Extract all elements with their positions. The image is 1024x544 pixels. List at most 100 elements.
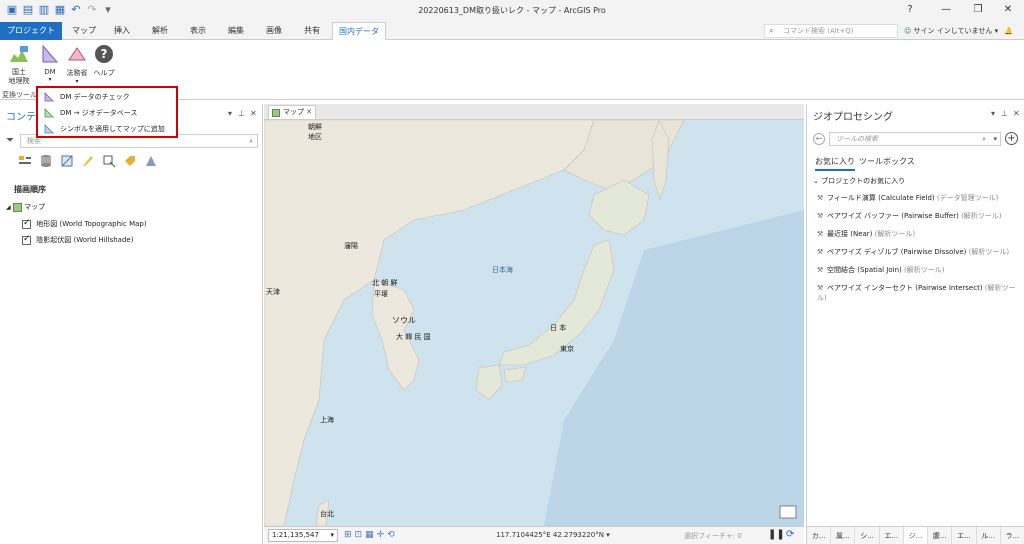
add-icon[interactable]: + [1005,132,1018,145]
back-icon[interactable]: ← [813,133,825,145]
bottom-tab[interactable]: 腹... [928,527,953,544]
layer-visibility-checkbox[interactable] [22,234,31,245]
bottom-tab[interactable]: カ... [807,527,832,544]
scale-selector[interactable]: 1:21,135,547 ▾ [268,529,338,542]
apply-symbol-icon [44,124,54,134]
gsi-button[interactable]: 国土 地理院 [4,44,34,86]
moj-button[interactable]: 法務省 ▾ [64,44,90,85]
close-icon[interactable]: ✕ [250,109,257,118]
close-button[interactable]: ✕ [996,3,1020,17]
dm-dropdown-menu: DM データのチェック DM → ジオデータベース シンボルを適用してマップに追… [36,86,178,138]
pane-bottom-tabs: カ... 属... シ... エ... ジ... 腹... エ... ル... … [807,526,1024,544]
maximize-button[interactable]: ❐ [966,3,990,17]
pane-menu-icon[interactable]: ▾ [991,109,995,118]
title-bar: ▣ ▤ ▥ ▦ ↶ ↷ ▾ 20220613_DM取り扱いレク - マップ - … [0,0,1024,22]
close-icon[interactable]: ✕ [1013,109,1020,118]
list-by-editing-icon[interactable] [81,154,95,168]
tab-favorites[interactable]: お気に入り [815,156,855,171]
pause-drawing-icon[interactable]: ❚❚ [768,529,785,540]
gsi-icon [10,46,28,62]
chevron-down-icon: ▾ [993,135,997,143]
tool-item[interactable]: ⚒ 最近接 (Near) (解析ツール) [817,229,915,239]
pane-menu-icon[interactable]: ▾ [228,109,232,118]
map-label-tianjin: 天津 [266,288,280,296]
help-ribbon-button[interactable]: ? ヘルプ [92,44,116,78]
tab-insert[interactable]: 挿入 [104,22,140,40]
tool-item[interactable]: ⚒ ペアワイズ インターセクト (Pairwise Intersect) (解析ツ… [817,283,1024,303]
bottom-tab[interactable]: エ... [952,527,977,544]
chevron-down-icon: ⌄ [813,177,819,185]
tab-view[interactable]: 表示 [180,22,216,40]
tool-search-input[interactable]: ツールの検索 ⌕ ▾ [829,132,1001,146]
chevron-down-icon: ▾ [330,531,334,539]
contents-pane: コンテンツ ▾ ⊥ ✕ ⏷ 検索 ⌕ 描画順序 ◢ マップ 地形図 (World… [0,104,263,544]
chevron-down-icon: ▾ [994,27,999,35]
bottom-tab[interactable]: ラ... [1001,527,1024,544]
bottom-tab-geoprocessing[interactable]: ジ... [903,527,929,544]
tool-item[interactable]: ⚒ フィールド演算 (Calculate Field) (データ管理ツール) [817,193,998,203]
bottom-tab[interactable]: 属... [831,527,856,544]
bottom-tab[interactable]: ル... [977,527,1001,544]
pin-icon[interactable]: ⊥ [238,109,245,118]
tool-item[interactable]: ⚒ ペアワイズ バッファー (Pairwise Buffer) (解析ツール) [817,211,1002,221]
layer-item[interactable]: 地形図 (World Topographic Map) [22,218,147,229]
favorites-group[interactable]: ⌄ プロジェクトのお気に入り [813,176,905,186]
tool-item[interactable]: ⚒ 空間結合 (Spatial Join) (解析ツール) [817,265,944,275]
help-button[interactable]: ? [898,3,922,17]
layer-visibility-checkbox[interactable] [22,218,31,229]
tab-analysis[interactable]: 解析 [142,22,178,40]
bottom-tab[interactable]: エ... [880,527,904,544]
list-by-source-icon[interactable] [39,154,53,168]
geoprocessing-title: ジオプロセシング [813,112,893,123]
layer-label: 陰影起伏図 (World Hillshade) [36,236,134,244]
map-label-pyongyang: 平壌 [374,290,388,298]
map-label-taipei: 台北 [320,510,334,518]
tab-map[interactable]: マップ [66,22,102,40]
tab-toolboxes[interactable]: ツールボックス [859,156,915,167]
command-search-input[interactable]: ⌕ コマンド検索 (Alt+Q) [764,24,898,38]
hammer-icon: ⚒ [817,230,824,238]
expand-icon[interactable]: ◢ [6,204,11,211]
list-by-labeling-icon[interactable] [123,154,137,168]
moj-label: 法務省 [66,69,88,77]
refresh-icon[interactable]: ⟳ [786,529,794,540]
list-by-drawing-order-icon[interactable] [18,154,32,168]
map-icon [272,109,280,117]
pin-icon[interactable]: ⊥ [1001,109,1008,118]
tool-item[interactable]: ⚒ ペアワイズ ディゾルブ (Pairwise Dissolve) (解析ツール) [817,247,1009,257]
hammer-icon: ⚒ [817,212,824,220]
coordinate-readout[interactable]: 117.7104425°E 42.2793220°N ▾ [496,531,610,539]
list-by-snapping-icon[interactable] [102,154,116,168]
map-label-seoul: ソウル [392,316,416,325]
bottom-tab[interactable]: シ... [855,527,880,544]
geoprocessing-pane: ジオプロセシング ▾ ⊥ ✕ ← ツールの検索 ⌕ ▾ + お気に入り ツールボ… [806,104,1024,544]
list-by-selection-icon[interactable] [60,154,74,168]
dm-button[interactable]: DM ▾ [38,44,62,83]
tab-edit[interactable]: 編集 [218,22,254,40]
map-tab[interactable]: マップ ✕ [268,105,316,120]
map-label-shanghai: 上海 [320,416,334,424]
close-icon[interactable]: ✕ [306,106,312,119]
tab-imagery[interactable]: 画像 [256,22,292,40]
tab-share[interactable]: 共有 [294,22,330,40]
dm-convert-icon [44,108,54,118]
tab-domestic-data[interactable]: 国内データ [332,22,386,41]
notification-icon[interactable]: 🔔 [1004,27,1013,35]
list-by-perspective-icon[interactable] [144,154,158,168]
filter-icon[interactable]: ⏷ [6,135,14,146]
chevron-down-icon: ▾ [48,76,52,83]
menu-item-apply-symbol[interactable]: シンボルを適用してマップに追加 [44,122,165,136]
selected-features-count: 選択フィーチャ: 0 [684,532,742,540]
tab-project[interactable]: プロジェクト [0,22,62,40]
menu-item-dm-check[interactable]: DM データのチェック [44,90,130,104]
layer-item[interactable]: 陰影起伏図 (World Hillshade) [22,234,134,245]
minimize-button[interactable]: — [934,3,958,17]
map-nav-tools[interactable]: ⊞⊡▦✛⟲ [344,530,398,540]
sign-in-status[interactable]: ☺ サイン インしていません ▾ 🔔 [904,26,1013,36]
map-canvas[interactable]: 瀋陽 北 朝 鮮 平壌 ソウル 大 韓 民 国 天津 上海 台北 日本海 日 本… [264,120,804,526]
tree-map-node[interactable]: ◢ マップ [6,202,45,212]
drawing-order-heading: 描画順序 [14,185,46,194]
dm-label: DM [44,68,56,76]
map-icon [12,202,22,212]
menu-item-dm-to-gdb[interactable]: DM → ジオデータベース [44,106,137,120]
